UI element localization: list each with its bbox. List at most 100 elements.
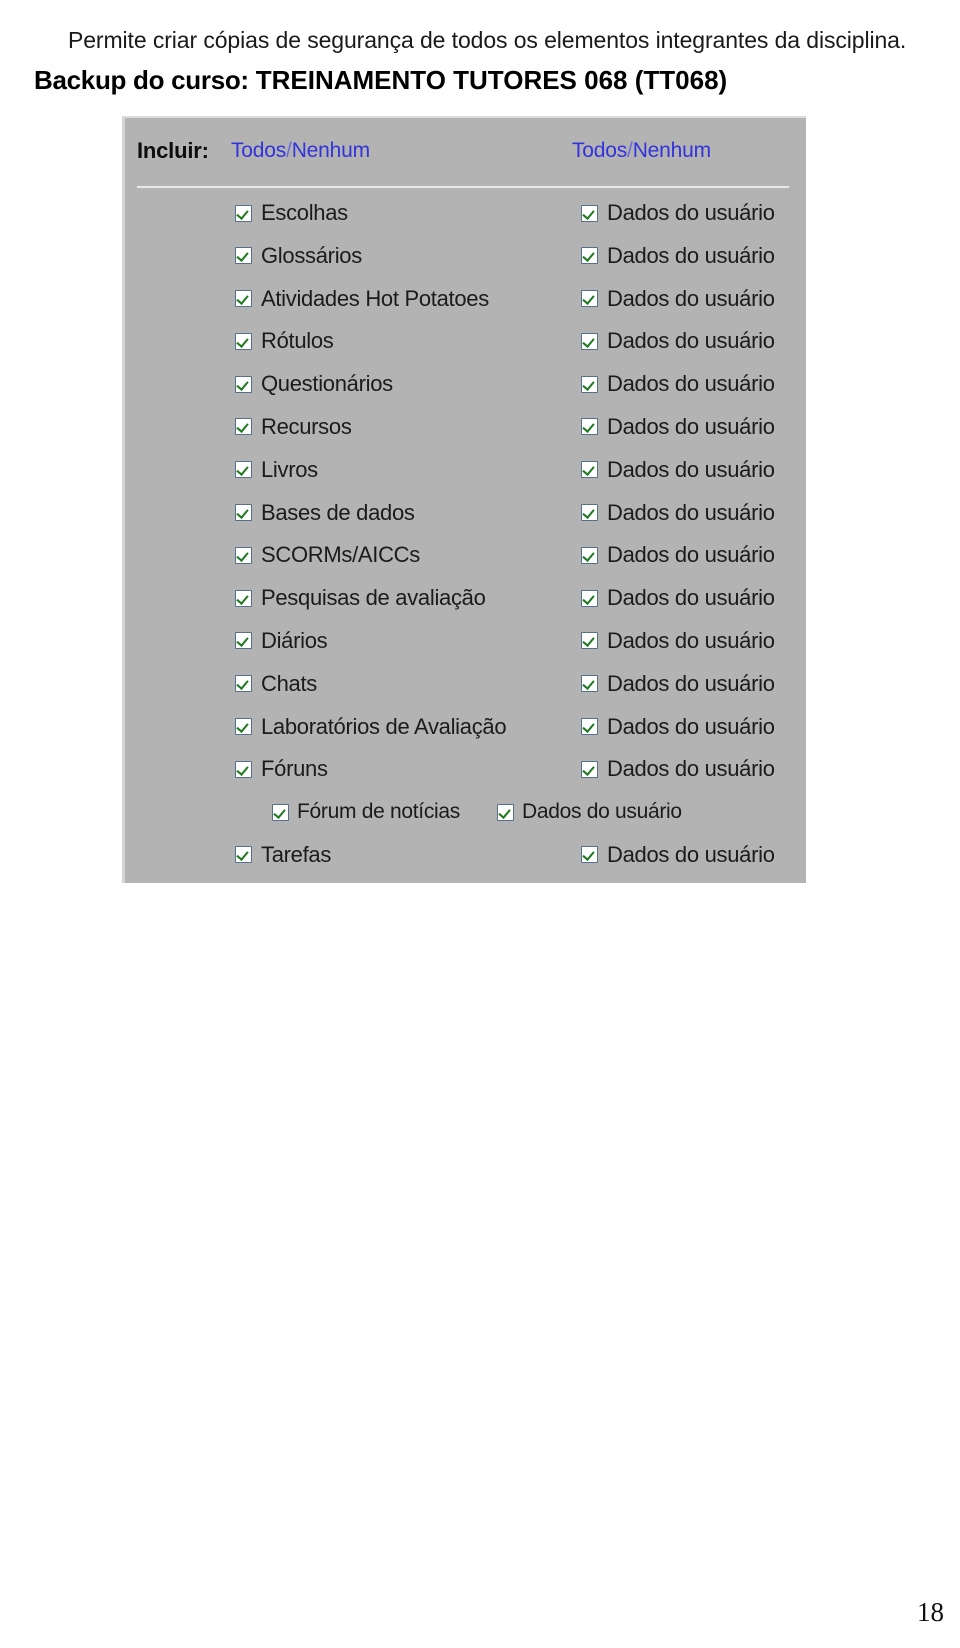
activity-cell: SCORMs/AICCs [235, 544, 420, 566]
checkbox-checked-icon[interactable] [581, 675, 598, 693]
header-divider [137, 186, 789, 188]
user-data-label: Dados do usuário [607, 456, 775, 482]
activity-cell: Livros [235, 456, 318, 482]
user-data-label: Dados do usuário [607, 285, 775, 311]
checkbox-checked-icon[interactable] [581, 760, 598, 778]
checkbox-checked-icon[interactable] [235, 546, 252, 564]
activity-cell: Chats [235, 670, 317, 696]
activity-label: Recursos [261, 413, 352, 439]
user-data-label: Dados do usuário [607, 371, 775, 397]
checkbox-checked-icon[interactable] [235, 589, 252, 607]
checkbox-checked-icon[interactable] [581, 290, 598, 308]
backup-items-list: Escolhas Dados do usuário Glossários Dados … [125, 198, 806, 883]
backup-item-row: Glossários Dados do usuário [125, 241, 806, 284]
checkbox-checked-icon[interactable] [581, 204, 598, 222]
backup-item-row: Livros Dados do usuário [125, 455, 806, 498]
user-data-cell: Dados do usuário [581, 456, 775, 482]
checkbox-checked-icon[interactable] [581, 247, 598, 265]
checkbox-checked-icon[interactable] [235, 332, 252, 350]
user-data-label: Dados do usuário [607, 713, 775, 739]
backup-item-row: Recursos Dados do usuário [125, 412, 806, 455]
checkbox-checked-icon[interactable] [235, 375, 252, 393]
activity-cell: Rótulos [235, 330, 334, 352]
checkbox-checked-icon[interactable] [235, 418, 252, 436]
user-data-label: Dados do usuário [607, 499, 775, 525]
user-data-cell: Dados do usuário [581, 672, 775, 695]
activity-label: Livros [261, 456, 318, 482]
backup-page-heading: Backup do curso: TREINAMENTO TUTORES 068… [0, 57, 960, 103]
checkbox-checked-icon[interactable] [235, 675, 252, 693]
backup-item-row: Chats Dados do usuário [125, 669, 806, 712]
activity-label: Pesquisas de avaliação [261, 585, 486, 611]
activity-cell: Atividades Hot Potatoes [235, 287, 489, 310]
user-data-cell: Dados do usuário [581, 544, 775, 566]
user-data-cell: Dados do usuário [497, 801, 682, 823]
checkbox-checked-icon[interactable] [235, 504, 252, 522]
activity-label: Fórum de notícias [297, 800, 460, 824]
checkbox-checked-icon[interactable] [235, 760, 252, 778]
activity-cell: Escolhas [235, 202, 348, 224]
checkbox-checked-icon[interactable] [581, 375, 598, 393]
heading-prefix: Backup do curso: [34, 65, 249, 95]
checkbox-checked-icon[interactable] [581, 632, 598, 650]
activity-cell: Bases de dados [235, 499, 415, 525]
backup-item-row: Tarefas Dados do usuário [125, 840, 806, 883]
activity-label: Tarefas [261, 841, 332, 867]
activity-label: Glossários [261, 242, 362, 268]
include-label: Incluir: [137, 138, 209, 163]
user-data-label: Dados do usuário [607, 328, 775, 354]
checkbox-checked-icon[interactable] [272, 803, 289, 821]
activity-cell: Diários [235, 629, 328, 652]
checkbox-checked-icon[interactable] [581, 418, 598, 436]
checkbox-checked-icon[interactable] [235, 290, 252, 308]
checkbox-checked-icon[interactable] [581, 504, 598, 522]
checkbox-checked-icon[interactable] [581, 589, 598, 607]
user-data-label: Dados do usuário [607, 542, 775, 568]
backup-item-row: Pesquisas de avaliação Dados do usuário [125, 583, 806, 626]
checkbox-checked-icon[interactable] [235, 461, 252, 479]
select-all-none-activities-link[interactable]: Todos/Nenhum [231, 139, 370, 163]
activity-cell: Fórum de notícias [272, 801, 460, 823]
checkbox-checked-icon[interactable] [581, 461, 598, 479]
user-data-cell: Dados do usuário [581, 202, 775, 224]
user-data-cell: Dados do usuário [581, 285, 775, 311]
checkbox-checked-icon[interactable] [581, 718, 598, 736]
checkbox-checked-icon[interactable] [581, 546, 598, 564]
checkbox-checked-icon[interactable] [235, 846, 252, 864]
backup-item-row: Questionários Dados do usuário [125, 369, 806, 412]
backup-subitem-row: Fórum de notícias Dados do usuário [125, 797, 806, 840]
activity-label: SCORMs/AICCs [261, 542, 420, 568]
backup-item-row: Diários Dados do usuário [125, 626, 806, 669]
activity-label: Fóruns [261, 756, 328, 782]
heading-course-name: TREINAMENTO TUTORES 068 (TT068) [255, 65, 728, 95]
checkbox-checked-icon[interactable] [581, 332, 598, 350]
user-data-cell: Dados do usuário [581, 587, 775, 609]
checkbox-checked-icon[interactable] [497, 803, 514, 821]
activity-label: Chats [261, 670, 317, 696]
user-data-cell: Dados do usuário [581, 499, 775, 525]
user-data-cell: Dados do usuário [581, 415, 775, 438]
user-data-cell: Dados do usuário [581, 841, 775, 867]
select-all-none-userdata-link[interactable]: Todos/Nenhum [572, 139, 711, 163]
checkbox-checked-icon[interactable] [581, 846, 598, 864]
user-data-label: Dados do usuário [607, 627, 775, 653]
user-data-label: Dados do usuário [607, 841, 775, 867]
include-header-row: Incluir: Todos/Nenhum Todos/Nenhum [125, 118, 806, 188]
activity-label: Rótulos [261, 328, 334, 354]
checkbox-checked-icon[interactable] [235, 247, 252, 265]
backup-item-row: Rótulos Dados do usuário [125, 326, 806, 369]
user-data-label: Dados do usuário [607, 585, 775, 611]
activity-label: Laboratórios de Avaliação [261, 713, 507, 739]
activity-cell: Fóruns [235, 758, 328, 780]
activity-label: Bases de dados [261, 499, 415, 525]
user-data-label: Dados do usuário [522, 800, 682, 824]
checkbox-checked-icon[interactable] [235, 632, 252, 650]
user-data-cell: Dados do usuário [581, 330, 775, 352]
backup-item-row: Bases de dados Dados do usuário [125, 498, 806, 541]
checkbox-checked-icon[interactable] [235, 718, 252, 736]
page-number: 18 [917, 1597, 944, 1627]
backup-item-row: Fóruns Dados do usuário [125, 754, 806, 797]
checkbox-checked-icon[interactable] [235, 204, 252, 222]
user-data-cell: Dados do usuário [581, 373, 775, 395]
backup-item-row: SCORMs/AICCs Dados do usuário [125, 540, 806, 583]
